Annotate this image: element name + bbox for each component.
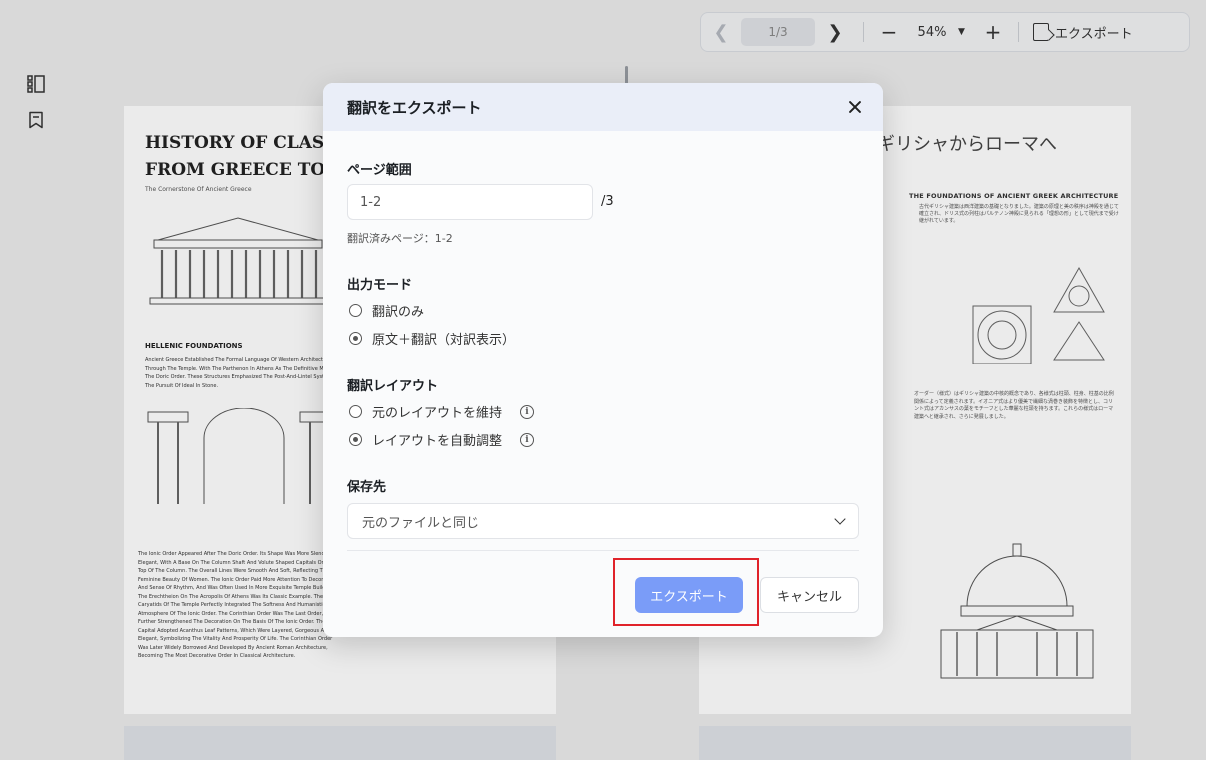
info-icon[interactable]: i	[520, 404, 535, 419]
close-icon[interactable]	[843, 95, 867, 119]
highlight-box	[613, 558, 759, 626]
layout-option-keep-original[interactable]: 元のレイアウトを維持 i	[349, 402, 535, 421]
radio-button[interactable]	[349, 304, 362, 317]
save-location-value: 元のファイルと同じ	[362, 515, 480, 531]
option-label: 翻訳のみ	[372, 305, 425, 320]
save-location-select[interactable]: 元のファイルと同じ	[347, 503, 859, 539]
cancel-button[interactable]: キャンセル	[760, 577, 859, 613]
radio-button[interactable]	[349, 405, 362, 418]
dialog-divider	[347, 550, 859, 551]
layout-option-auto-adjust[interactable]: レイアウトを自動調整 i	[349, 430, 535, 449]
page-total: /3	[601, 194, 614, 209]
translated-pages-note: 翻訳済みページ：1-2	[347, 232, 453, 245]
layout-label: 翻訳レイアウト	[347, 379, 439, 394]
page-range-input[interactable]	[347, 184, 593, 220]
output-mode-option-translation-only[interactable]: 翻訳のみ	[349, 301, 424, 320]
option-label: 原文＋翻訳（対訳表示）	[372, 333, 516, 348]
dialog-title: 翻訳をエクスポート	[347, 98, 482, 117]
page-range-label: ページ範囲	[347, 163, 412, 178]
dialog-header: 翻訳をエクスポート	[323, 83, 883, 131]
save-location-label: 保存先	[347, 480, 387, 495]
radio-button-selected[interactable]	[349, 433, 362, 446]
option-label: レイアウトを自動調整	[372, 434, 503, 449]
option-label: 元のレイアウトを維持	[372, 406, 503, 421]
output-mode-option-bilingual[interactable]: 原文＋翻訳（対訳表示）	[349, 329, 515, 348]
info-icon[interactable]: i	[520, 432, 535, 447]
output-mode-label: 出力モード	[347, 278, 413, 293]
chevron-down-icon	[834, 513, 846, 525]
export-translation-dialog: 翻訳をエクスポート ページ範囲 /3 翻訳済みページ：1-2 出力モード 翻訳の…	[323, 83, 883, 637]
radio-button-selected[interactable]	[349, 332, 362, 345]
